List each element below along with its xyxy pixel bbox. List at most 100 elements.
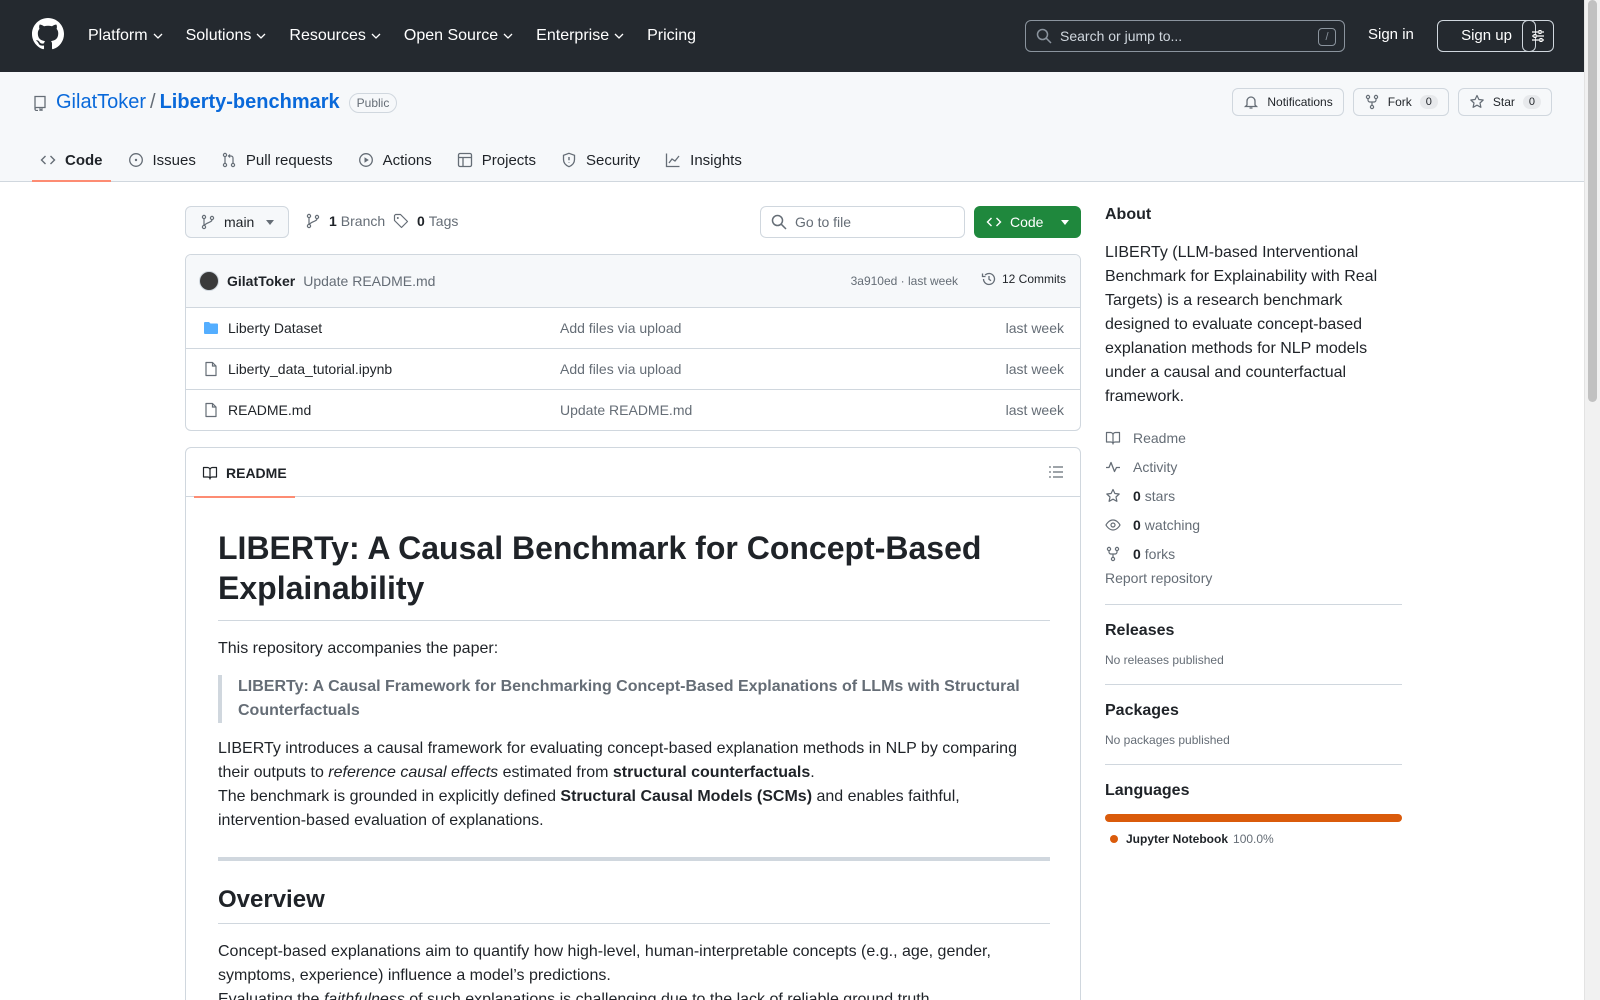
appearance-settings-button[interactable] (1522, 20, 1554, 52)
file-date: last week (1005, 361, 1064, 377)
packages-empty-text: No packages published (1105, 733, 1230, 747)
branch-selector[interactable]: main (185, 206, 289, 238)
code-icon (40, 155, 56, 165)
tab-issues[interactable]: Issues (120, 140, 204, 180)
commit-author-link[interactable]: GilatToker (227, 273, 295, 289)
history-icon (981, 272, 996, 286)
folder-icon (204, 322, 218, 334)
file-icon (205, 402, 217, 418)
tab-insights[interactable]: Insights (657, 140, 750, 180)
readme-tab[interactable]: README (194, 448, 295, 498)
file-name-link[interactable]: README.md (228, 402, 311, 418)
nav-solutions-label: Solutions (185, 27, 252, 44)
git-branch-icon (201, 214, 215, 230)
forks-link[interactable]: 0 forks (1105, 539, 1402, 568)
tags-link[interactable]: 0 Tags (393, 213, 458, 229)
forks-label: forks (1144, 545, 1176, 562)
bell-icon (1244, 96, 1259, 109)
nav-open-source[interactable]: Open Source (404, 27, 513, 45)
repo-actions: Notifications Fork 0 Star 0 (1223, 88, 1552, 116)
repo-owner-link[interactable]: GilatToker (56, 91, 146, 114)
code-download-button[interactable]: Code (974, 206, 1081, 238)
repo-tabs: Code Issues Pull requests Actions Projec… (32, 140, 759, 182)
repo-header: GilatToker / Liberty-benchmark Public No… (0, 72, 1584, 182)
repo-name-link[interactable]: Liberty-benchmark (160, 91, 340, 114)
releases-empty-text: No releases published (1105, 653, 1224, 667)
commits-link[interactable]: 12 Commits (981, 271, 1066, 287)
tab-issues-label: Issues (152, 151, 196, 169)
code-button-label: Code (1010, 214, 1044, 230)
book-icon (1105, 431, 1121, 445)
tab-actions[interactable]: Actions (350, 140, 440, 180)
file-commit-message[interactable]: Add files via upload (560, 320, 681, 336)
star-button[interactable]: Star 0 (1457, 88, 1552, 116)
readme-paragraph: Evaluating the faithfulness of such expl… (218, 988, 1050, 1000)
watchers-link[interactable]: 0 watching (1105, 510, 1402, 539)
horizontal-rule (218, 857, 1050, 861)
emphasis-text: faithfulness (323, 991, 405, 1000)
nav-platform[interactable]: Platform (88, 27, 163, 45)
readme-content: LIBERTy: A Causal Benchmark for Concept-… (218, 528, 1050, 1000)
tab-pull-requests[interactable]: Pull requests (213, 140, 341, 180)
nav-enterprise-label: Enterprise (536, 27, 610, 44)
activity-link[interactable]: Activity (1105, 452, 1402, 481)
language-item[interactable]: Jupyter Notebook 100.0% (1105, 832, 1402, 846)
fork-icon (1365, 94, 1378, 110)
nav-enterprise[interactable]: Enterprise (536, 27, 624, 45)
tab-security[interactable]: Security (553, 140, 648, 180)
file-name-link[interactable]: Liberty Dataset (228, 320, 322, 336)
avatar[interactable] (199, 271, 219, 291)
page-scrollbar[interactable] (1584, 0, 1600, 1000)
report-repository-link[interactable]: Report repository (1105, 570, 1402, 586)
sliders-icon (1532, 30, 1544, 42)
file-commit-message[interactable]: Add files via upload (560, 361, 681, 377)
star-label: Star (1492, 95, 1515, 109)
chevron-down-icon (503, 33, 513, 39)
language-name: Jupyter Notebook (1126, 832, 1229, 846)
go-to-file-input[interactable]: Go to file (760, 206, 965, 238)
nav-resources[interactable]: Resources (289, 27, 381, 45)
global-search-input[interactable]: Search or jump to... / (1025, 20, 1345, 52)
file-list: GilatToker Update README.md 3a910ed · la… (185, 254, 1081, 431)
commit-message-link[interactable]: Update README.md (303, 273, 435, 289)
repo-separator: / (150, 91, 156, 113)
scrollbar-thumb[interactable] (1588, 0, 1597, 402)
github-logo-icon[interactable] (32, 18, 64, 50)
search-icon (1036, 28, 1052, 44)
nav-open-source-label: Open Source (403, 27, 499, 44)
emphasis-text: reference causal effects (328, 764, 499, 781)
file-name-link[interactable]: Liberty_data_tutorial.ipynb (228, 361, 392, 377)
notifications-button[interactable]: Notifications (1232, 88, 1344, 116)
text-span: Evaluating the (218, 991, 324, 1000)
latest-commit-bar: GilatToker Update README.md 3a910ed · la… (186, 255, 1080, 308)
readme-link-label: Readme (1133, 429, 1186, 446)
language-color-dot (1110, 835, 1118, 843)
readme-link[interactable]: Readme (1105, 423, 1402, 452)
tab-code[interactable]: Code (32, 140, 111, 182)
nav-pricing[interactable]: Pricing (647, 27, 696, 45)
about-heading: About (1105, 206, 1152, 223)
readme-title: LIBERTy: A Causal Benchmark for Concept-… (218, 528, 1050, 621)
stars-link[interactable]: 0 stars (1105, 481, 1402, 510)
divider (1105, 604, 1402, 605)
fork-label: Fork (1387, 95, 1412, 109)
language-percent: 100.0% (1233, 832, 1274, 846)
strong-text: structural counterfactuals (612, 764, 811, 781)
caret-down-icon (1061, 220, 1069, 225)
commit-hash-date[interactable]: 3a910ed · last week (851, 274, 958, 288)
list-outline-icon[interactable] (1048, 464, 1064, 480)
file-row[interactable]: Liberty Dataset Add files via upload las… (186, 308, 1080, 349)
file-row[interactable]: Liberty_data_tutorial.ipynb Add files vi… (186, 349, 1080, 390)
text-span: The benchmark is grounded in explicitly … (218, 788, 561, 805)
nav-solutions[interactable]: Solutions (186, 27, 267, 45)
text-span: . (810, 764, 815, 781)
file-row[interactable]: README.md Update README.md last week (186, 390, 1080, 430)
releases-heading[interactable]: Releases (1105, 622, 1402, 640)
sign-in-link[interactable]: Sign in (1368, 26, 1414, 43)
readme-header: README (186, 448, 1080, 498)
tab-projects[interactable]: Projects (449, 140, 544, 180)
file-commit-message[interactable]: Update README.md (560, 402, 692, 418)
branches-link[interactable]: 1 Branch (305, 213, 385, 229)
fork-button[interactable]: Fork 0 (1352, 88, 1449, 116)
packages-heading[interactable]: Packages (1105, 702, 1402, 720)
